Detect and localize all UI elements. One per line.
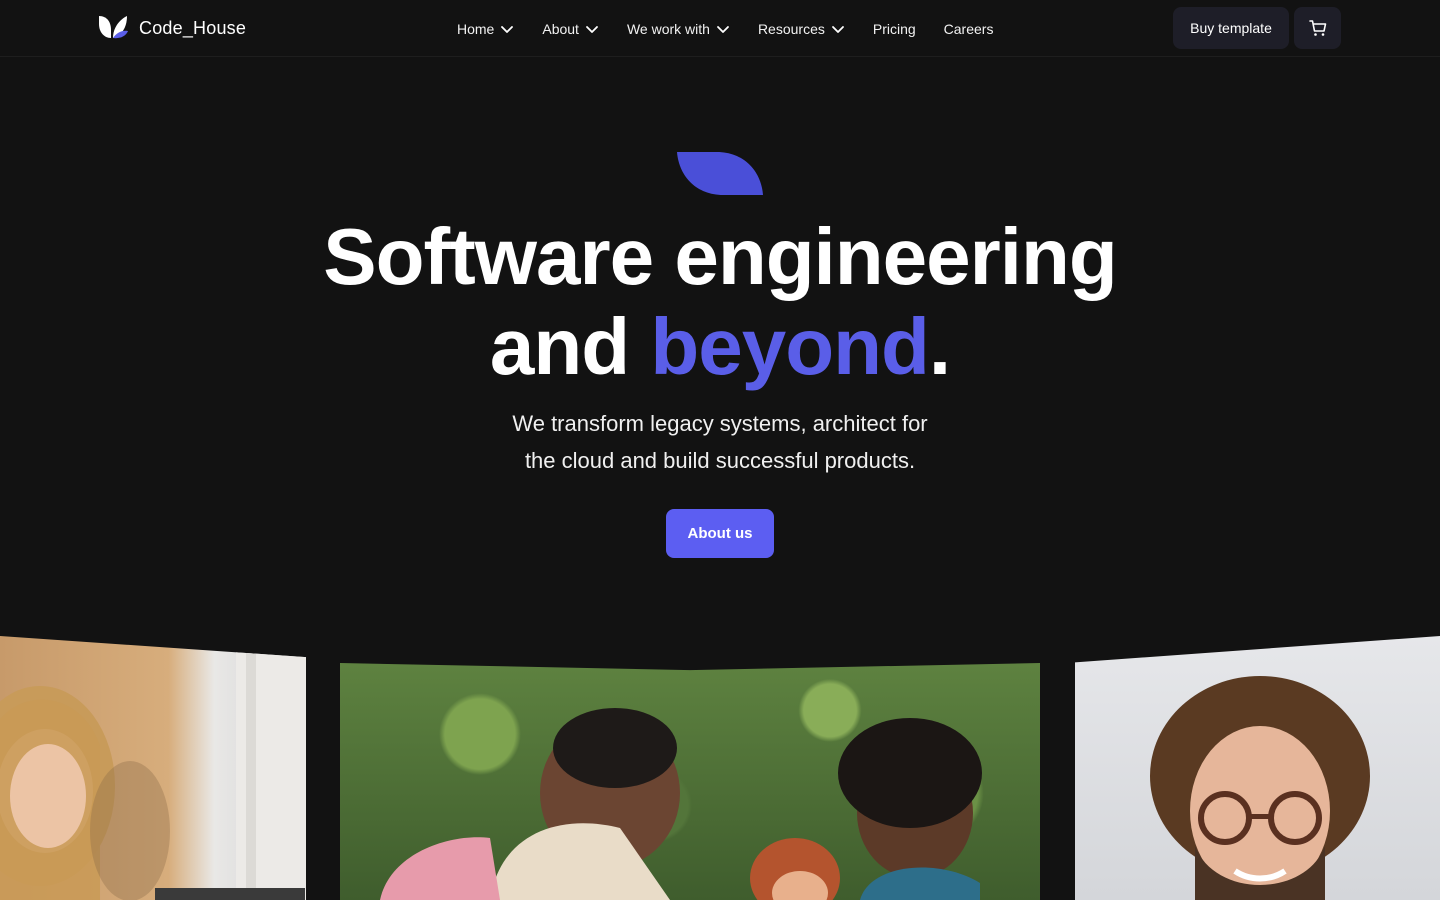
chevron-down-icon (717, 25, 729, 33)
top-navbar: Code_House Home About We work with Resou… (0, 0, 1440, 57)
hero-subtitle-line2: the cloud and build successful products. (524, 448, 916, 473)
hero-title-line2-prefix: and (489, 302, 651, 391)
nav-item-home[interactable]: Home (457, 21, 514, 37)
nav-item-label: We work with (626, 20, 710, 37)
nav-item-label: About (542, 20, 579, 37)
team-photo-left (0, 636, 306, 900)
team-photo-right (1075, 636, 1440, 900)
team-photo-center (340, 663, 1040, 900)
man-portrait-illustration (1150, 676, 1370, 900)
nav-item-about[interactable]: About (542, 21, 599, 37)
hero-subtitle: We transform legacy systems, architect f… (470, 405, 970, 479)
cart-button[interactable] (1294, 7, 1341, 49)
hero-title-line1: Software engineering (323, 212, 1117, 301)
chevron-down-icon (586, 25, 598, 33)
woman-portrait-illustration (0, 636, 306, 900)
hero-leaf-icon (677, 152, 763, 195)
nav-item-label: Home (457, 20, 495, 37)
hero-title: Software engineering and beyond. (0, 212, 1440, 392)
nav-item-we-work-with[interactable]: We work with (627, 21, 730, 37)
chevron-down-icon (501, 25, 514, 33)
about-us-button[interactable]: About us (666, 509, 774, 558)
buy-template-button[interactable]: Buy template (1173, 7, 1289, 49)
brand-logo[interactable]: Code_House (97, 14, 246, 42)
nav-item-label: Resources (757, 20, 825, 37)
brand-leaf-icon (99, 16, 128, 39)
team-laughing-illustration (380, 708, 982, 900)
hero-title-line2-suffix: . (928, 302, 951, 391)
hero-title-accent: beyond (650, 302, 929, 391)
brand-name: Code_House (139, 17, 247, 38)
nav-item-pricing[interactable]: Pricing (873, 21, 916, 37)
main-nav: Home About We work with Resources Pricin… (457, 0, 1021, 57)
nav-item-resources[interactable]: Resources (758, 21, 845, 37)
nav-item-label: Pricing (872, 20, 916, 37)
chevron-down-icon (831, 25, 844, 33)
cart-icon (1308, 20, 1326, 36)
nav-item-careers[interactable]: Careers (944, 21, 994, 37)
nav-item-label: Careers (943, 20, 994, 37)
hero-subtitle-line1: We transform legacy systems, architect f… (512, 411, 928, 436)
